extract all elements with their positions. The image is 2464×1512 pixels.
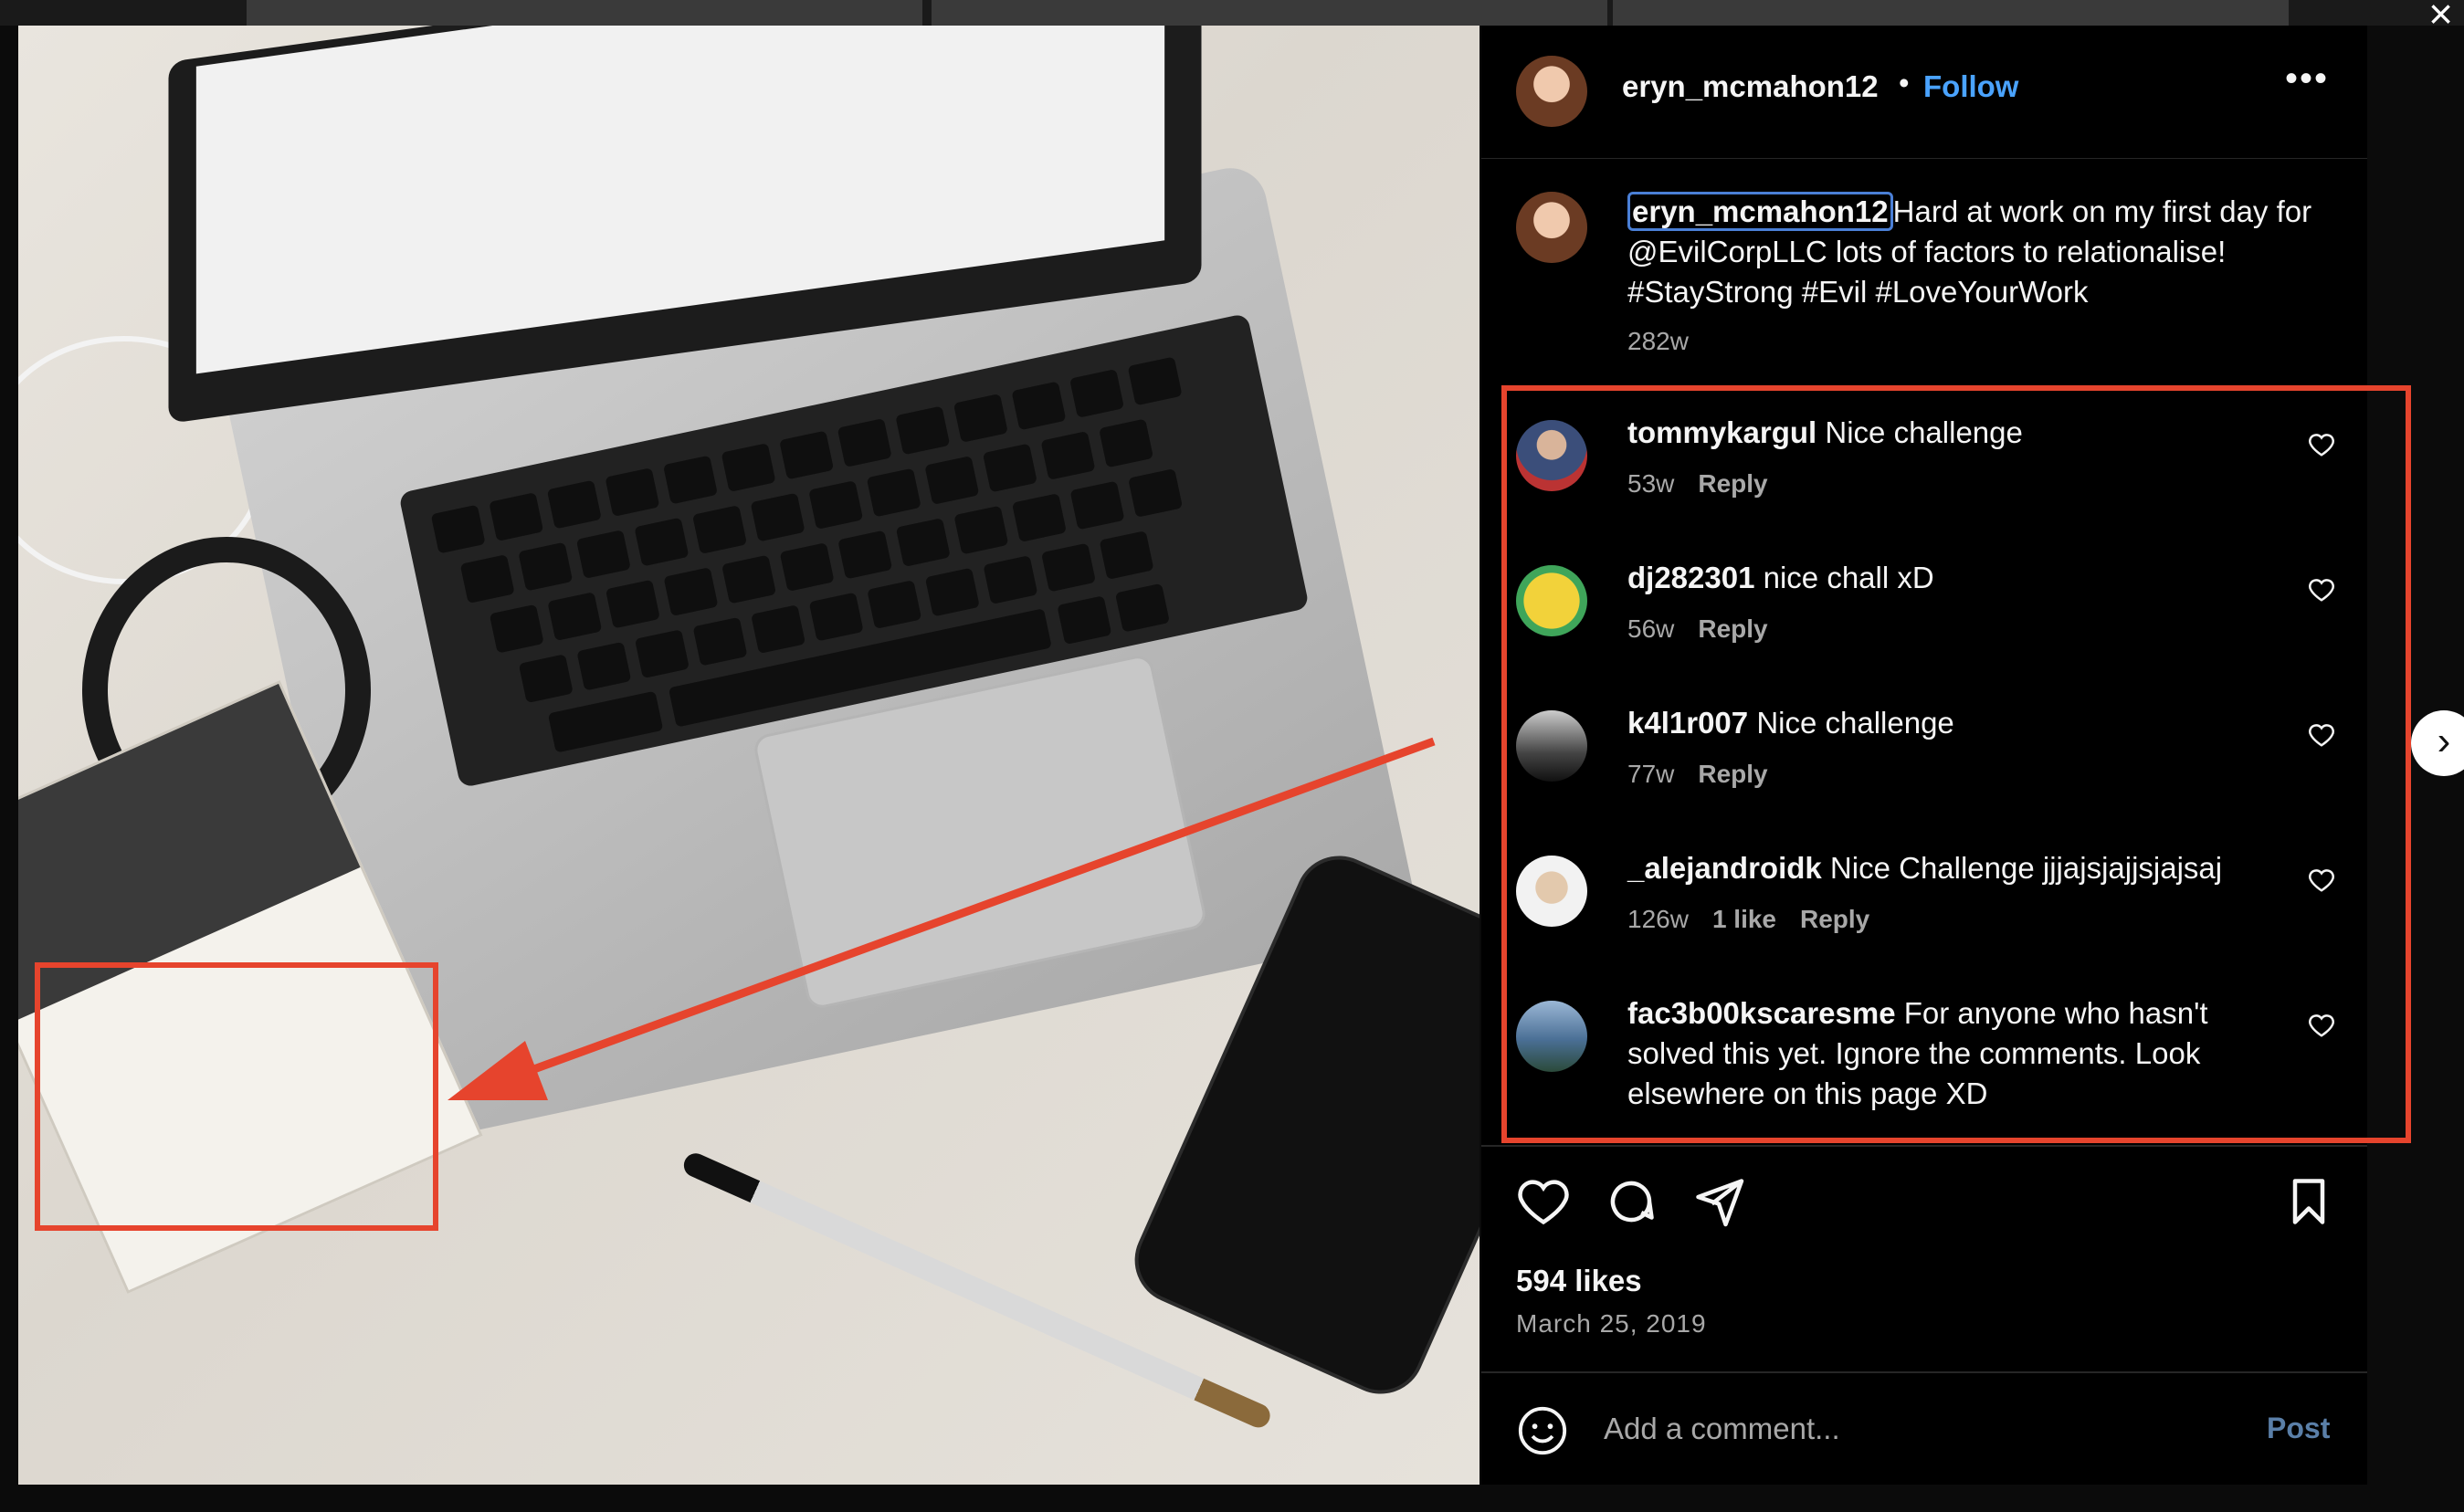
send-icon[interactable]	[1691, 1174, 1746, 1229]
chevron-right-icon[interactable]: ›	[2411, 710, 2464, 776]
author-username[interactable]: eryn_mcmahon12	[1622, 69, 1879, 104]
background-thumb	[247, 0, 922, 26]
post-caption: eryn_mcmahon12 Hard at work on my first d…	[1627, 192, 2322, 312]
post-date: March 25, 2019	[1516, 1309, 1707, 1338]
composer-divider	[1481, 1371, 2367, 1373]
emoji-icon[interactable]	[1516, 1404, 1569, 1457]
post-comment-button[interactable]: Post	[2267, 1412, 2330, 1445]
caption-timestamp: 282w	[1627, 327, 1689, 355]
author-avatar[interactable]	[1516, 56, 1587, 127]
comment-input[interactable]: Add a comment...	[1604, 1412, 1840, 1446]
annotation-box-comments	[1501, 385, 2411, 1143]
post-image	[18, 26, 1479, 1485]
caption-username[interactable]: eryn_mcmahon12	[1627, 192, 1893, 231]
actions-divider	[1481, 1145, 2367, 1147]
likes-count[interactable]: 594 likes	[1516, 1264, 1642, 1298]
follow-button[interactable]: Follow	[1923, 69, 2018, 104]
post-header: eryn_mcmahon12 • Follow •••	[1481, 26, 2367, 159]
bookmark-icon[interactable]	[2281, 1174, 2336, 1229]
comment-icon[interactable]	[1604, 1174, 1658, 1229]
caption-avatar[interactable]	[1516, 192, 1587, 263]
annotation-box-badge	[35, 962, 438, 1231]
header-separator: •	[1899, 66, 1910, 100]
close-icon[interactable]: ×	[2428, 0, 2453, 35]
background-strip	[0, 0, 2464, 26]
heart-icon[interactable]	[1516, 1174, 1571, 1229]
background-thumb	[1613, 0, 2289, 26]
more-options-icon[interactable]: •••	[2285, 58, 2329, 100]
background-thumb	[932, 0, 1607, 26]
